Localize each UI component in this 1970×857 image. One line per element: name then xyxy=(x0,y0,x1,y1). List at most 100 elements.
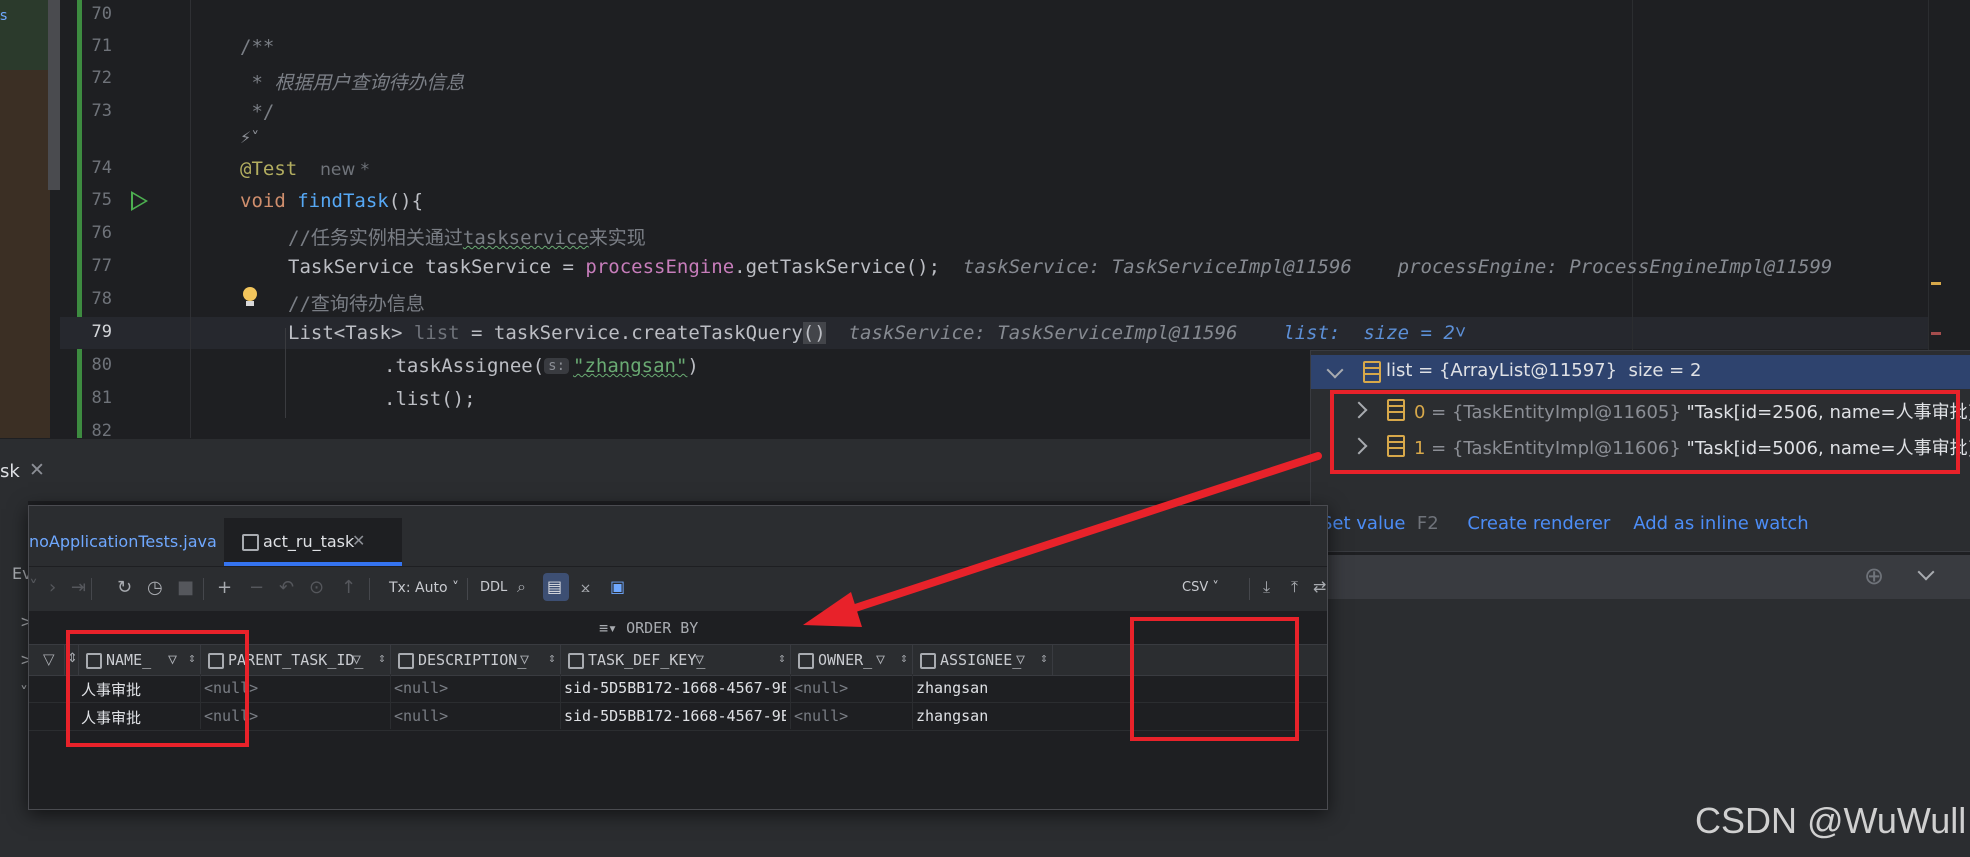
sort-icon[interactable]: ⇕ xyxy=(548,651,556,666)
code-line-80: .taskAssignee(s: "zhangsan") xyxy=(384,355,699,377)
chevron-down-icon[interactable]: ˅ xyxy=(20,683,28,702)
upload-icon[interactable]: ↑ xyxy=(341,577,356,598)
inline-debug-list-value[interactable]: list: size = 2˅ xyxy=(1283,322,1466,344)
warning-marker[interactable] xyxy=(1931,282,1941,285)
download-icon[interactable]: ⤓ xyxy=(1263,577,1270,597)
tool-tab-label[interactable]: sk xyxy=(0,461,20,482)
prev-page-icon[interactable]: ˅ xyxy=(29,577,38,598)
cell-description[interactable]: <null> xyxy=(394,707,448,725)
line-number-current: 79 xyxy=(91,322,112,342)
compare-icon[interactable]: ⇄ xyxy=(1313,577,1326,596)
search-icon[interactable]: ⌕ xyxy=(517,577,526,597)
highlight-box-name-column xyxy=(66,630,249,747)
upload-icon[interactable]: ⤒ xyxy=(1291,577,1298,597)
cell-task-def-key[interactable]: sid-5D5BB172-1668-4567-9E81-… xyxy=(564,707,786,725)
results-toolbar: ˅ › ⇥ ↻ ◷ ■ + − ↶ ⊙ ↑ Tx: Auto ˅ DDL ⌕ ▤… xyxy=(29,567,1327,612)
close-icon[interactable]: ✕ xyxy=(29,459,45,481)
cell-assignee[interactable]: zhangsan xyxy=(916,679,988,697)
chevron-down-icon[interactable] xyxy=(1326,361,1344,379)
run-test-icon[interactable] xyxy=(131,191,148,211)
field-ref: processEngine xyxy=(585,256,735,278)
cell-owner[interactable]: <null> xyxy=(794,679,848,697)
inline-debug-value[interactable]: taskService: TaskServiceImpl@11596 xyxy=(849,322,1238,344)
sort-icon[interactable]: ⇕ xyxy=(378,651,386,666)
sort-icon[interactable]: ⇕ xyxy=(900,651,908,666)
line-number: 75 xyxy=(91,190,112,210)
order-by-label[interactable]: ≡▾ ORDER BY xyxy=(599,619,698,637)
project-panel-edge[interactable]: s xyxy=(0,0,50,438)
stop-icon[interactable]: ■ xyxy=(177,577,194,598)
code-line-79: List<Task> list = taskService.createTask… xyxy=(288,322,1466,345)
column-divider xyxy=(790,674,791,729)
history-icon[interactable]: ◷ xyxy=(147,577,163,598)
cell-task-def-key[interactable]: sid-5D5BB172-1668-4567-9E81-… xyxy=(564,679,786,697)
column-icon xyxy=(398,653,414,669)
column-header-task-def-key[interactable]: TASK_DEF_KEY_ ▽ ⇕ xyxy=(560,645,791,675)
code-punct: (){ xyxy=(388,190,424,212)
column-header-owner[interactable]: OWNER_ ▽ ⇕ xyxy=(790,645,913,675)
cell-description[interactable]: <null> xyxy=(394,679,448,697)
separator xyxy=(467,578,468,600)
code-text: ) xyxy=(687,355,699,377)
delete-row-icon[interactable]: − xyxy=(249,577,264,598)
code-line-78: //查询待办信息 xyxy=(288,293,425,315)
last-page-icon[interactable]: ⇥ xyxy=(71,577,86,598)
add-row-icon[interactable]: + xyxy=(217,577,232,598)
add-inline-watch-link[interactable]: Add as inline watch xyxy=(1633,513,1808,534)
filter-icon[interactable]: ▽ xyxy=(520,650,529,668)
line-number: 74 xyxy=(91,158,112,178)
transaction-mode-select[interactable]: Tx: Auto ˅ xyxy=(389,580,459,596)
tree-row-list[interactable]: list = {ArrayList@11597} size = 2 xyxy=(1311,355,1970,389)
error-marker[interactable] xyxy=(1931,332,1941,335)
code-text: TaskService taskService = xyxy=(288,256,586,278)
cell-owner[interactable]: <null> xyxy=(794,707,848,725)
ddl-button[interactable]: DDL xyxy=(480,580,507,595)
revert-icon[interactable]: ↶ xyxy=(279,577,294,598)
column-icon xyxy=(568,653,584,669)
tab-application-tests[interactable]: noApplicationTests.java xyxy=(29,532,217,551)
filter-icon[interactable]: ▽ xyxy=(876,650,885,668)
column-header-assignee[interactable]: ASSIGNEE_ ▽ ⇕ xyxy=(912,645,1053,675)
refresh-icon[interactable]: ↻ xyxy=(117,577,132,598)
create-renderer-link[interactable]: Create renderer xyxy=(1467,513,1610,534)
code-line-76: //任务实例相关通过taskservice来实现 xyxy=(288,223,646,250)
variable-icon xyxy=(1363,361,1381,383)
filter-icon[interactable]: ▽ xyxy=(352,650,361,668)
close-icon[interactable]: ✕ xyxy=(352,531,365,550)
column-divider xyxy=(560,674,561,729)
table-icon xyxy=(242,534,259,551)
matched-paren: () xyxy=(802,322,826,344)
filter-icon[interactable]: ▽ xyxy=(695,650,704,668)
column-header-description[interactable]: DESCRIPTION_ ▽ ⇕ xyxy=(390,645,561,675)
inline-debug-value[interactable]: processEngine: ProcessEngineImpl@11599 xyxy=(1398,256,1833,278)
add-icon[interactable]: ⊕ xyxy=(1864,562,1884,590)
author-icon[interactable]: ⚡˅ xyxy=(240,128,259,147)
tab-label[interactable]: act_ru_task xyxy=(263,532,354,551)
chart-icon[interactable]: ⨲ xyxy=(581,577,590,597)
cell-assignee[interactable]: zhangsan xyxy=(916,707,988,725)
sort-icon[interactable]: ⇕ xyxy=(1040,651,1048,666)
code-line-74: @Test new * xyxy=(240,158,369,180)
next-page-icon[interactable]: › xyxy=(49,577,56,598)
highlight-box-assignee-column xyxy=(1130,617,1299,741)
column-header-prev[interactable]: ▽ xyxy=(29,645,65,675)
column-divider xyxy=(912,674,913,729)
filter-icon[interactable]: ▽ xyxy=(43,650,55,668)
sort-icon[interactable]: ⇕ xyxy=(778,651,786,666)
export-format-select[interactable]: CSV ˅ xyxy=(1182,580,1219,595)
code-line-77: TaskService taskService = processEngine.… xyxy=(288,256,1832,278)
filter-icon[interactable]: ▽ xyxy=(1016,650,1025,668)
vcs-new-hint[interactable]: new * xyxy=(320,160,369,180)
submit-icon[interactable]: ⊙ xyxy=(309,577,324,598)
lightbulb-icon[interactable] xyxy=(243,287,257,306)
column-icon xyxy=(798,653,814,669)
inline-debug-value[interactable]: taskService: TaskServiceImpl@11596 xyxy=(963,256,1352,278)
project-scrollbar[interactable] xyxy=(48,0,60,190)
line-number: 77 xyxy=(91,256,112,276)
table-view-icon[interactable]: ▤ xyxy=(547,577,562,596)
set-value-link[interactable]: Set value xyxy=(1321,513,1405,534)
line-number: 70 xyxy=(91,4,112,24)
comment-typo: taskservice xyxy=(462,227,589,249)
code-line-75: void findTask(){ xyxy=(240,190,423,212)
settings-icon[interactable]: ▣ xyxy=(610,577,625,596)
